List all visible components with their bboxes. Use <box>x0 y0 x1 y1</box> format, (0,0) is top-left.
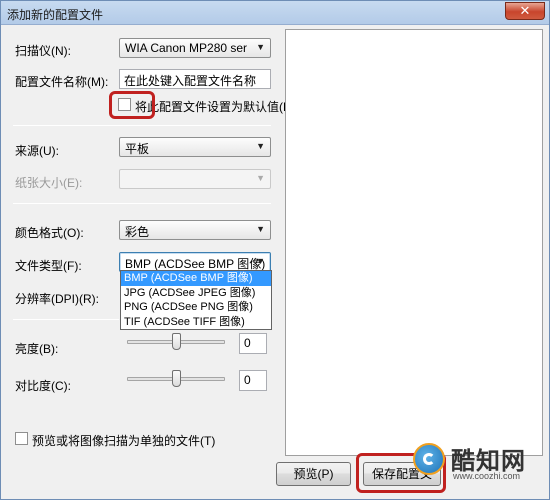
chevron-down-icon: ▼ <box>256 173 265 183</box>
close-icon: ✕ <box>519 3 531 18</box>
separator <box>13 203 271 204</box>
default-profile-label: 将此配置文件设置为默认值(L) <box>135 100 294 114</box>
file-type-option-png[interactable]: PNG (ACDSee PNG 图像) <box>121 300 271 315</box>
paper-size-label: 纸张大小(E): <box>15 176 83 190</box>
brightness-input[interactable]: 0 <box>239 333 267 354</box>
title-bar: 添加新的配置文件 ✕ <box>1 1 549 25</box>
file-type-option-bmp[interactable]: BMP (ACDSee BMP 图像) <box>121 271 271 286</box>
chevron-down-icon: ▼ <box>256 256 265 266</box>
file-type-option-tif[interactable]: TIF (ACDSee TIFF 图像) <box>121 315 271 330</box>
watermark-url: www.coozhi.com <box>453 471 521 481</box>
file-type-dropdown-list: BMP (ACDSee BMP 图像) JPG (ACDSee JPEG 图像)… <box>120 270 272 330</box>
source-value: 平板 <box>125 142 150 156</box>
color-format-label: 颜色格式(O): <box>15 226 84 240</box>
scanner-value: WIA Canon MP280 ser <box>125 41 248 55</box>
profile-name-label: 配置文件名称(M): <box>15 75 109 89</box>
annotation-highlight-checkbox <box>109 91 155 119</box>
scanner-select[interactable]: WIA Canon MP280 ser ▼ <box>119 38 271 58</box>
scanner-label: 扫描仪(N): <box>15 44 71 58</box>
preview-button[interactable]: 预览(P) <box>276 462 351 486</box>
color-format-select[interactable]: 彩色 ▼ <box>119 220 271 240</box>
close-button[interactable]: ✕ <box>505 2 545 20</box>
source-select[interactable]: 平板 ▼ <box>119 137 271 157</box>
file-type-select[interactable]: BMP (ACDSee BMP 图像) ▼ <box>119 252 271 272</box>
contrast-input[interactable]: 0 <box>239 370 267 391</box>
file-type-label: 文件类型(F): <box>15 259 82 273</box>
separate-files-label: 预览或将图像扫描为单独的文件(T) <box>32 434 216 448</box>
resolution-label: 分辨率(DPI)(R): <box>15 292 99 306</box>
color-format-value: 彩色 <box>125 225 150 239</box>
file-type-value: BMP (ACDSee BMP 图像) <box>125 257 266 271</box>
contrast-slider-thumb[interactable] <box>172 370 181 387</box>
preview-area <box>285 29 543 456</box>
chevron-down-icon: ▼ <box>256 42 265 52</box>
brightness-label: 亮度(B): <box>15 342 59 356</box>
watermark: 酷知网 www.coozhi.com <box>409 441 549 499</box>
window-title: 添加新的配置文件 <box>7 8 104 22</box>
separate-files-checkbox[interactable] <box>15 432 28 445</box>
chevron-down-icon: ▼ <box>256 141 265 151</box>
chevron-down-icon: ▼ <box>256 224 265 234</box>
file-type-option-jpg[interactable]: JPG (ACDSee JPEG 图像) <box>121 286 271 301</box>
profile-name-input[interactable]: 在此处键入配置文件名称 <box>119 69 271 89</box>
paper-size-select: ▼ <box>119 169 271 189</box>
separator <box>13 319 119 320</box>
separator <box>13 125 271 126</box>
brightness-slider-thumb[interactable] <box>172 333 181 350</box>
coozhi-logo-icon <box>413 443 445 475</box>
add-profile-dialog: 添加新的配置文件 ✕ 扫描仪(N): WIA Canon MP280 ser ▼… <box>0 0 550 500</box>
logo-mark <box>423 453 435 465</box>
contrast-label: 对比度(C): <box>15 379 71 393</box>
source-label: 来源(U): <box>15 144 59 158</box>
